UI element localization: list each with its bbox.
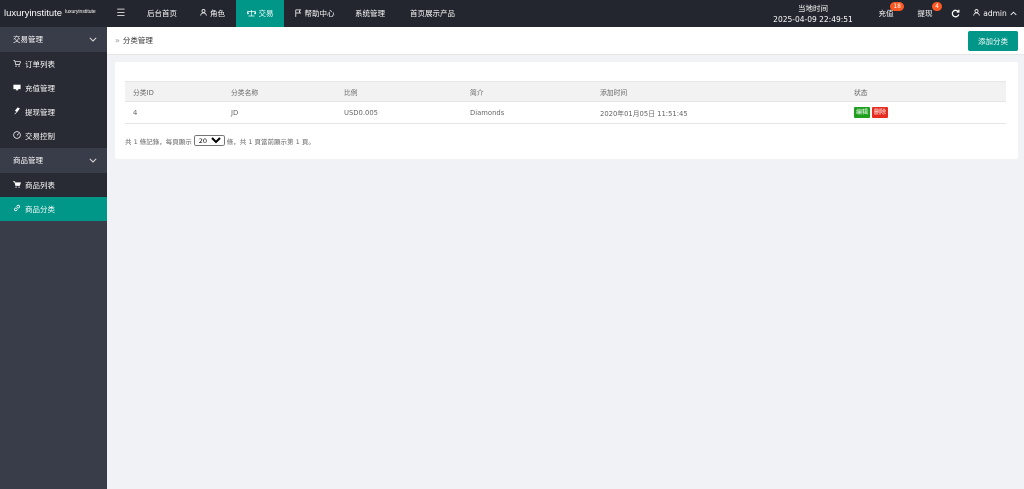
column-header: 分类ID xyxy=(125,81,223,102)
nav-home[interactable]: 后台首页 xyxy=(135,0,189,27)
link-icon xyxy=(13,204,21,214)
sidebar-item-label: 订单列表 xyxy=(25,59,55,69)
sidebar-item-label: 充值管理 xyxy=(25,83,55,93)
sidebar-item-label: 商品分类 xyxy=(25,204,55,214)
sidebar-item-orders[interactable]: 订单列表 xyxy=(0,52,107,76)
chevron-down-icon xyxy=(89,35,97,44)
withdraw-badge: 4 xyxy=(932,2,942,11)
pager-suffix: 條，共 1 頁當前顯示第 1 頁。 xyxy=(226,137,315,146)
pagination: 共 1 條記錄，每頁顯示 20 條，共 1 頁當前顯示第 1 頁。 xyxy=(125,135,315,146)
top-nav: 后台首页 角色 交易 帮助中心 系统管理 首页展示产品 xyxy=(135,0,470,27)
table-header-row: 分类ID 分类名称 比例 简介 添加时间 状态 xyxy=(125,81,1006,102)
nav-trade-label: 交易 xyxy=(258,9,274,18)
cell-name: JD xyxy=(223,101,336,124)
sidebar-group-label: 交易管理 xyxy=(13,35,43,44)
sidebar-group-products[interactable]: 商品管理 xyxy=(0,148,107,173)
brand-sub: luxuryinstitute xyxy=(65,8,96,15)
nav-system-label: 系统管理 xyxy=(355,9,385,18)
sidebar-item-label: 交易控制 xyxy=(25,131,55,141)
brand-name: luxuryinstitute xyxy=(4,8,63,19)
top-header: luxuryinstitute luxuryinstitute ☰ 后台首页 角… xyxy=(0,0,1024,27)
pager-prefix: 共 1 條記錄，每頁顯示 xyxy=(125,137,192,146)
nav-featured[interactable]: 首页展示产品 xyxy=(395,0,470,27)
hand-icon xyxy=(13,107,21,117)
recharge-badge: 18 xyxy=(890,2,904,11)
sidebar-item-label: 提现管理 xyxy=(25,107,55,117)
sidebar-item-label: 商品列表 xyxy=(25,180,55,190)
cell-id: 4 xyxy=(125,101,223,124)
recharge-link[interactable]: 充值 18 xyxy=(866,0,906,27)
chevron-up-icon xyxy=(1010,9,1017,18)
withdraw-link[interactable]: 提现 4 xyxy=(906,0,944,27)
cell-ratio: USD0.005 xyxy=(336,101,462,124)
column-header: 状态 xyxy=(846,81,1006,102)
breadcrumb-current: 分类管理 xyxy=(122,36,153,45)
column-header: 分类名称 xyxy=(223,81,336,102)
sidebar-item-recharge[interactable]: 充值管理 xyxy=(0,76,107,100)
clock-label: 当地时间 xyxy=(798,3,828,13)
clock-time: 2025-04-09 22:49:51 xyxy=(773,14,853,24)
nav-featured-label: 首页展示产品 xyxy=(410,9,455,18)
sidebar-item-product-category[interactable]: 商品分类 xyxy=(0,197,107,221)
add-category-button[interactable]: 添加分类 xyxy=(968,31,1018,51)
local-clock: 当地时间 2025-04-09 22:49:51 xyxy=(760,0,866,27)
category-panel: 分类ID 分类名称 比例 简介 添加时间 状态 4 JD USD0.005 Di… xyxy=(115,62,1018,159)
sidebar-group-trade[interactable]: 交易管理 xyxy=(0,27,107,52)
nav-system[interactable]: 系统管理 xyxy=(345,0,395,27)
nav-role[interactable]: 角色 xyxy=(189,0,236,27)
sidebar-group-label: 商品管理 xyxy=(13,156,43,165)
main-content: » 分类管理 添加分类 分类ID 分类名称 比例 简介 添加时间 状态 4 JD… xyxy=(107,27,1024,489)
column-header: 添加时间 xyxy=(592,81,846,102)
cell-actions: 编辑 删除 xyxy=(846,101,1006,124)
column-header: 比例 xyxy=(336,81,462,102)
chevron-down-icon xyxy=(89,156,97,165)
cell-intro: Diamonds xyxy=(462,101,592,124)
user-menu[interactable]: admin xyxy=(966,0,1024,27)
nav-help[interactable]: 帮助中心 xyxy=(284,0,345,27)
breadcrumb: » 分类管理 xyxy=(107,27,1024,55)
header-spacer xyxy=(470,0,760,27)
cell-time: 2020年01月05日 11:51:45 xyxy=(592,101,846,124)
nav-help-label: 帮助中心 xyxy=(304,9,335,18)
sidebar: 交易管理 订单列表 充值管理 提现管理 交易控制 商品管理 商品列表 商品分类 xyxy=(0,27,107,489)
dashboard-icon xyxy=(13,131,21,141)
delete-button[interactable]: 删除 xyxy=(872,107,889,118)
user-name: admin xyxy=(983,9,1007,18)
edit-button[interactable]: 编辑 xyxy=(854,107,871,118)
card-icon xyxy=(13,84,21,93)
flag-icon xyxy=(294,9,302,19)
nav-role-label: 角色 xyxy=(210,9,225,18)
sidebar-item-trade-control[interactable]: 交易控制 xyxy=(0,124,107,148)
brand-logo[interactable]: luxuryinstitute luxuryinstitute xyxy=(0,0,107,27)
cart-icon xyxy=(13,59,21,69)
table-row: 4 JD USD0.005 Diamonds 2020年01月05日 11:51… xyxy=(125,101,1006,124)
nav-trade[interactable]: 交易 xyxy=(236,0,284,27)
user-icon xyxy=(200,9,207,18)
page-size-select[interactable]: 20 xyxy=(193,135,225,146)
nav-home-label: 后台首页 xyxy=(147,9,177,18)
cart-icon xyxy=(12,180,21,190)
sidebar-item-withdraw[interactable]: 提现管理 xyxy=(0,100,107,124)
category-table: 分类ID 分类名称 比例 简介 添加时间 状态 4 JD USD0.005 Di… xyxy=(125,81,1006,124)
admin-user-icon xyxy=(973,9,980,18)
withdraw-label: 提现 xyxy=(917,9,933,18)
scale-icon xyxy=(246,9,256,19)
breadcrumb-arrow-icon: » xyxy=(115,36,120,45)
hamburger-icon[interactable]: ☰ xyxy=(107,0,135,27)
column-header: 简介 xyxy=(462,81,592,102)
refresh-icon[interactable] xyxy=(944,0,966,27)
sidebar-item-product-list[interactable]: 商品列表 xyxy=(0,173,107,197)
